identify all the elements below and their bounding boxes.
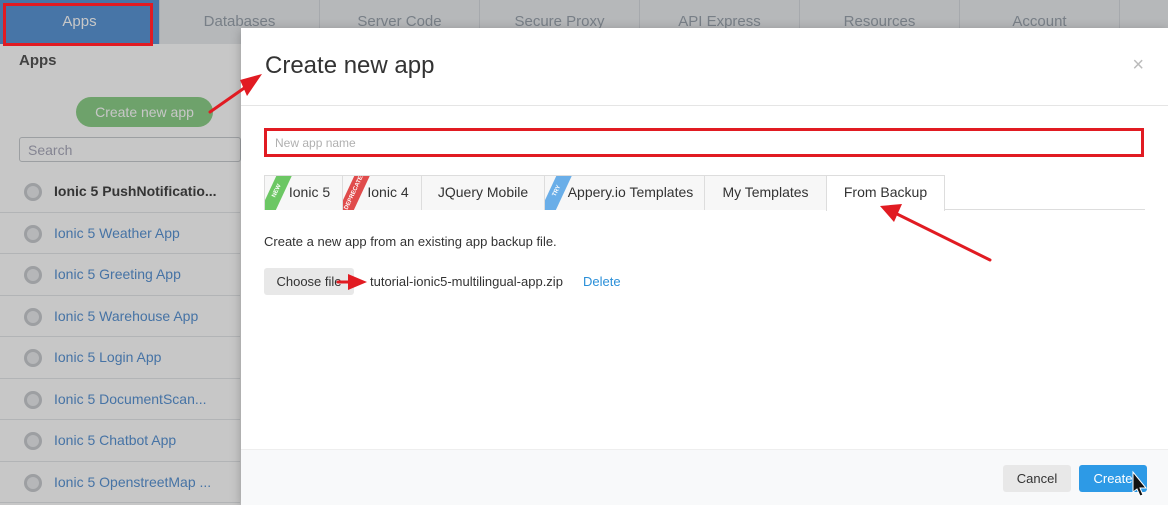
tab-label: Ionic 5 [288, 184, 331, 200]
selected-file-name: tutorial-ionic5-multilingual-app.zip [370, 274, 563, 289]
backup-description: Create a new app from an existing app ba… [264, 234, 557, 249]
app-name-input[interactable] [264, 128, 1144, 157]
tab-appery-templates[interactable]: TRY Appery.io Templates [544, 175, 705, 210]
tab-label: Ionic 4 [367, 184, 409, 200]
apps-tab-highlight [3, 3, 153, 46]
tab-ionic-4[interactable]: DEPRECATED Ionic 4 [342, 175, 422, 210]
tab-jquery-mobile[interactable]: JQuery Mobile [421, 175, 545, 210]
dialog-header: Create new app × [241, 28, 1168, 106]
dialog-footer: Cancel Create [241, 449, 1168, 505]
choose-file-button[interactable]: Choose file [264, 268, 354, 295]
create-button[interactable]: Create [1079, 465, 1147, 492]
tab-label: My Templates [722, 184, 809, 200]
close-icon[interactable]: × [1132, 54, 1144, 77]
delete-file-link[interactable]: Delete [583, 274, 621, 289]
create-app-dialog: Create new app × NEW Ionic 5 DEPRECATED … [241, 28, 1168, 505]
dialog-title: Create new app [265, 52, 435, 79]
tab-ionic-5[interactable]: NEW Ionic 5 [264, 175, 343, 210]
cancel-button[interactable]: Cancel [1003, 465, 1071, 492]
tab-label: From Backup [843, 184, 928, 200]
template-tabs: NEW Ionic 5 DEPRECATED Ionic 4 JQuery Mo… [264, 175, 1145, 211]
tab-from-backup[interactable]: From Backup [826, 175, 945, 211]
tab-label: Appery.io Templates [567, 184, 694, 200]
tab-label: JQuery Mobile [437, 184, 529, 200]
tab-my-templates[interactable]: My Templates [704, 175, 827, 210]
